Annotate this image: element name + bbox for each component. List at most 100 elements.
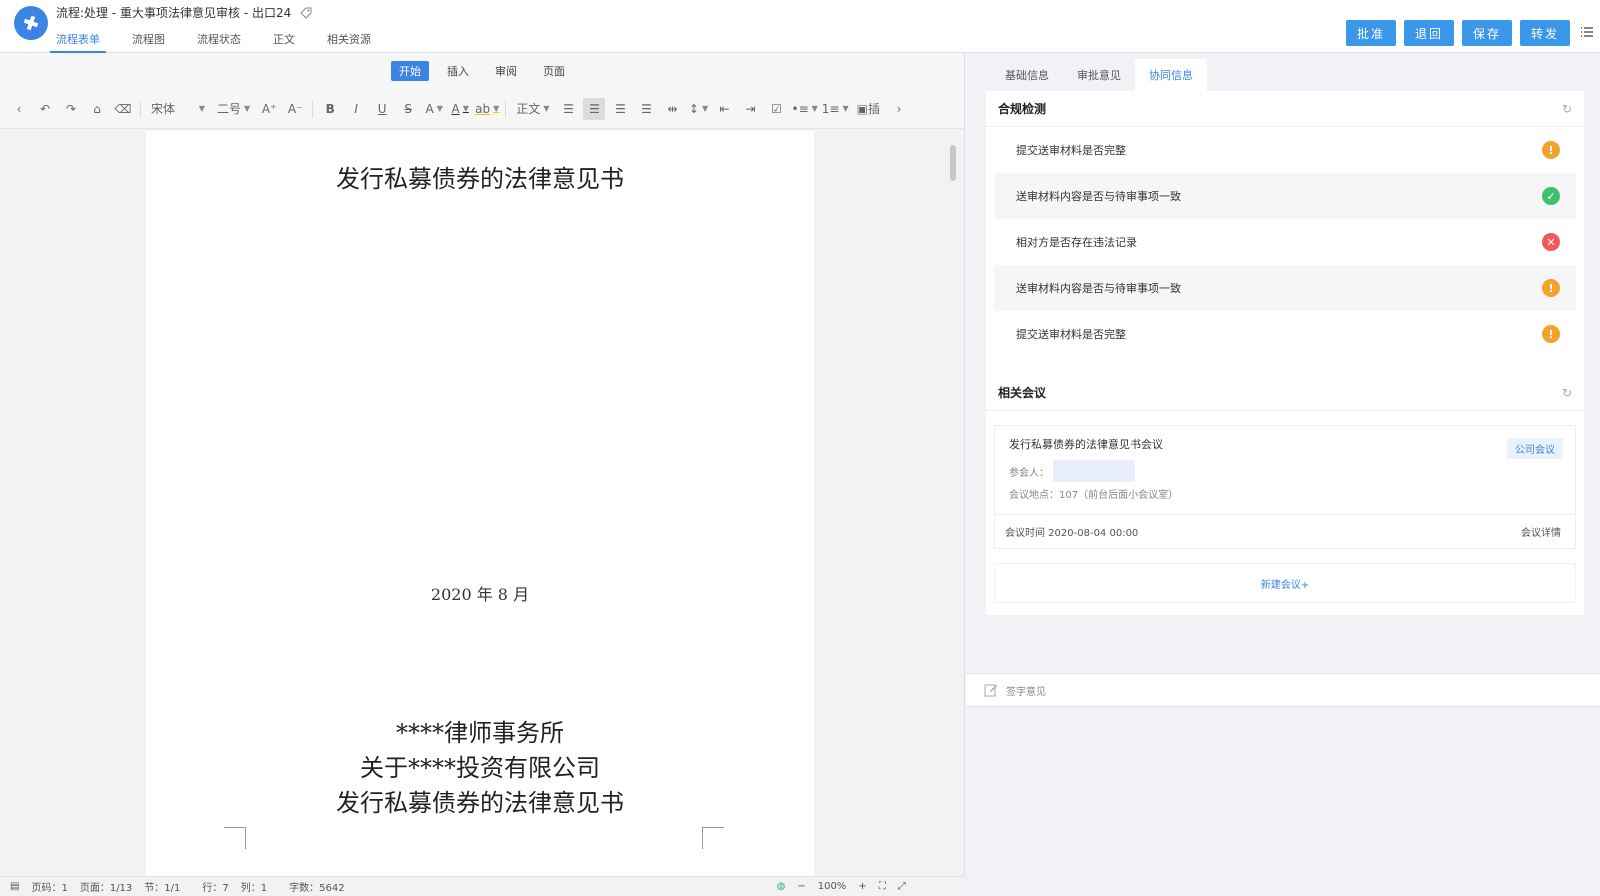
document-page[interactable]: 发行私募债券的法律意见书 2020 年 8 月 ****律师事务所 关于****… bbox=[146, 131, 814, 881]
column-number: 列：1 bbox=[240, 883, 268, 894]
refresh-icon[interactable]: ↻ bbox=[1562, 386, 1572, 400]
justify-icon[interactable]: ☰ bbox=[635, 98, 657, 120]
bold-icon[interactable]: B bbox=[319, 98, 341, 120]
menu-icon[interactable] bbox=[1580, 25, 1594, 39]
font-color-icon[interactable]: A ▼ bbox=[449, 98, 471, 120]
doc-view-icon[interactable]: ▤ bbox=[10, 881, 19, 892]
top-bar: 流程:处理 - 重大事项法律意见审核 - 出口24 流程表单 流程图 流程状态 … bbox=[0, 0, 1600, 53]
error-icon: ✕ bbox=[1542, 233, 1560, 251]
italic-icon[interactable]: I bbox=[345, 98, 367, 120]
align-center-icon[interactable]: ☰ bbox=[583, 97, 606, 120]
undo-icon[interactable]: ↶ bbox=[34, 98, 56, 120]
superscript-icon[interactable]: A ▼ bbox=[423, 98, 445, 120]
row-number: 行：7 bbox=[202, 883, 229, 894]
chevron-down-icon: ▼ bbox=[244, 104, 251, 113]
meeting-item[interactable]: 发行私募债券的法律意见书会议 参会人： 会议地点：107（前台后面小会议室） 公… bbox=[994, 425, 1576, 549]
picture-icon: ▣ bbox=[856, 101, 868, 116]
compliance-item[interactable]: 提交送审材料是否完整 ! bbox=[994, 311, 1576, 357]
edit-icon bbox=[984, 684, 997, 697]
bullet-list-icon[interactable]: •≡ ▼ bbox=[791, 98, 817, 120]
tab-approval-opinion[interactable]: 审批意见 bbox=[1063, 59, 1135, 91]
meeting-location: 会议地点：107（前台后面小会议室） bbox=[1009, 490, 1179, 501]
fit-page-icon[interactable]: ⛶ bbox=[879, 881, 886, 892]
sign-opinion-field[interactable]: 签字意见 bbox=[966, 673, 1600, 707]
font-shrink-icon[interactable]: A⁻ bbox=[284, 98, 306, 120]
strikethrough-icon[interactable]: S bbox=[397, 98, 419, 120]
tab-basic-info[interactable]: 基础信息 bbox=[991, 59, 1063, 91]
indent-increase-icon[interactable]: ⇥ bbox=[739, 98, 761, 120]
ribbon-tab-review[interactable]: 审阅 bbox=[487, 61, 525, 81]
globe-icon[interactable]: ◍ bbox=[777, 881, 786, 892]
word-count: 字数：5642 bbox=[289, 883, 345, 894]
align-right-icon[interactable]: ☰ bbox=[609, 98, 631, 120]
tab-body[interactable]: 正文 bbox=[267, 28, 301, 53]
new-meeting-button[interactable]: 新建会议+ bbox=[994, 563, 1576, 603]
warning-icon: ! bbox=[1542, 325, 1560, 343]
highlight-icon[interactable]: ab ▼ bbox=[475, 98, 499, 120]
meeting-type-badge: 公司会议 bbox=[1507, 438, 1563, 459]
info-panel: 基础信息 审批意见 协同信息 合规检测 ↻ 提交送审材料是否完整 ! 送审材料内… bbox=[966, 53, 1600, 896]
page-number: 页码：1 bbox=[31, 883, 68, 894]
tag-icon[interactable] bbox=[299, 6, 313, 20]
font-grow-icon[interactable]: A⁺ bbox=[258, 98, 280, 120]
redo-icon[interactable]: ↷ bbox=[60, 98, 82, 120]
main-tabs: 流程表单 流程图 流程状态 正文 相关资源 bbox=[50, 28, 397, 53]
tab-collab-info[interactable]: 协同信息 bbox=[1135, 59, 1207, 91]
vertical-scrollbar[interactable] bbox=[950, 145, 956, 181]
tab-flow-status[interactable]: 流程状态 bbox=[191, 28, 247, 53]
meeting-time: 会议时间 2020-08-04 00:00 bbox=[1005, 528, 1139, 539]
compliance-card: 合规检测 ↻ 提交送审材料是否完整 ! 送审材料内容是否与待审事项一致 ✓ 相对… bbox=[986, 91, 1584, 375]
ribbon-tab-insert[interactable]: 插入 bbox=[439, 61, 477, 81]
action-buttons: 批准 退回 保存 转发 bbox=[1346, 20, 1570, 46]
insert-picture-button[interactable]: ▣ 插 bbox=[853, 98, 884, 120]
indent-decrease-icon[interactable]: ⇤ bbox=[713, 98, 735, 120]
return-button[interactable]: 退回 bbox=[1404, 20, 1454, 46]
page-count: 页面：1/13 bbox=[79, 883, 133, 894]
format-toolbar: ‹ ↶ ↷ ⌂ ⌫ 宋体 ▼ 二号 ▼ A⁺ A⁻ B I U S A ▼ A ▼ ab… bbox=[0, 89, 964, 129]
format-painter-icon[interactable]: ⌂ bbox=[86, 98, 108, 120]
fullscreen-icon[interactable]: ⤢ bbox=[898, 881, 906, 892]
distribute-icon[interactable]: ⇹ bbox=[661, 98, 683, 120]
compliance-item[interactable]: 相对方是否存在违法记录 ✕ bbox=[994, 219, 1576, 265]
tab-flowchart[interactable]: 流程图 bbox=[126, 28, 171, 53]
font-size-select[interactable]: 二号 ▼ bbox=[213, 98, 254, 120]
margin-marker bbox=[224, 827, 246, 849]
checkbox-list-icon[interactable]: ☑ bbox=[765, 98, 787, 120]
compliance-item[interactable]: 提交送审材料是否完整 ! bbox=[994, 127, 1576, 173]
compliance-title: 合规检测 bbox=[998, 102, 1047, 116]
font-family-select[interactable]: 宋体 ▼ bbox=[147, 98, 209, 120]
chevron-down-icon: ▼ bbox=[198, 104, 205, 113]
scroll-left-icon[interactable]: ‹ bbox=[8, 98, 30, 120]
ribbon-tab-page[interactable]: 页面 bbox=[535, 61, 573, 81]
ribbon-tab-home[interactable]: 开始 bbox=[391, 61, 429, 81]
eraser-icon[interactable]: ⌫ bbox=[112, 98, 134, 120]
document-editor: 开始 插入 审阅 页面 ‹ ↶ ↷ ⌂ ⌫ 宋体 ▼ 二号 ▼ A⁺ A⁻ B I … bbox=[0, 53, 965, 896]
underline-icon[interactable]: U bbox=[371, 98, 393, 120]
meeting-name: 发行私募债券的法律意见书会议 bbox=[1009, 438, 1163, 451]
tab-form[interactable]: 流程表单 bbox=[50, 28, 106, 53]
refresh-icon[interactable]: ↻ bbox=[1562, 102, 1572, 116]
line-spacing-icon[interactable]: ↕ ▼ bbox=[687, 98, 709, 120]
numbered-list-icon[interactable]: 1≡ ▼ bbox=[822, 98, 849, 120]
zoom-in-icon[interactable]: + bbox=[858, 881, 866, 892]
approve-button[interactable]: 批准 bbox=[1346, 20, 1396, 46]
tab-resources[interactable]: 相关资源 bbox=[321, 28, 377, 53]
font-family-value: 宋体 bbox=[151, 102, 176, 116]
meetings-card: 相关会议 ↻ 发行私募债券的法律意见书会议 参会人： 会议地点：107（前台后面… bbox=[986, 375, 1584, 615]
meeting-participants: 参会人： bbox=[1009, 460, 1561, 482]
status-bar: ▤ 页码：1 页面：1/13 节：1/1 行：7 列：1 字数：5642 ◍ −… bbox=[0, 876, 965, 896]
paragraph-style-select[interactable]: 正文 ▼ bbox=[512, 98, 553, 120]
document-subject: 关于****投资有限公司 bbox=[360, 754, 600, 782]
insert-label: 插 bbox=[867, 102, 880, 116]
scroll-right-icon[interactable]: › bbox=[888, 98, 910, 120]
compliance-item[interactable]: 送审材料内容是否与待审事项一致 ✓ bbox=[994, 173, 1576, 219]
save-button[interactable]: 保存 bbox=[1462, 20, 1512, 46]
meeting-detail-link[interactable]: 会议详情 bbox=[1521, 524, 1561, 539]
align-left-icon[interactable]: ☰ bbox=[557, 98, 579, 120]
zoom-out-icon[interactable]: − bbox=[797, 881, 805, 892]
compliance-item-label: 提交送审材料是否完整 bbox=[1016, 144, 1126, 157]
zoom-level: 100% bbox=[817, 881, 847, 892]
forward-button[interactable]: 转发 bbox=[1520, 20, 1570, 46]
compliance-item[interactable]: 送审材料内容是否与待审事项一致 ! bbox=[994, 265, 1576, 311]
meeting-footer: 会议时间 2020-08-04 00:00 会议详情 bbox=[995, 514, 1575, 548]
